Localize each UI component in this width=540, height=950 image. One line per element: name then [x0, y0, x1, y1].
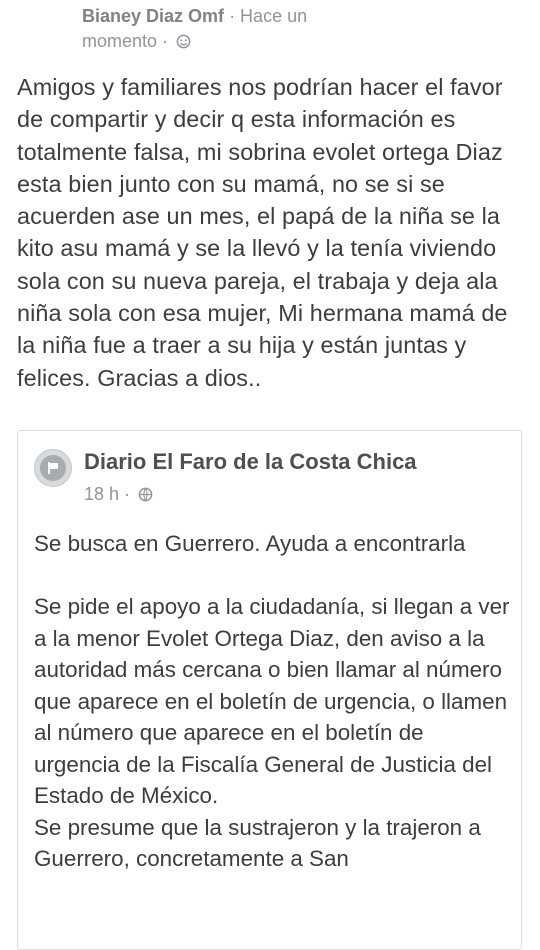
post-header: Bianey Diaz Omf · Hace un momento ·: [82, 4, 522, 54]
shared-paragraph-1: Se busca en Guerrero. Ayuda a encontrarl…: [34, 531, 466, 556]
post-text: Amigos y familiares nos podrían hacer el…: [17, 74, 508, 391]
page-avatar[interactable]: [34, 449, 72, 487]
timestamp-continued[interactable]: momento ·: [82, 31, 168, 51]
shared-text: Se busca en Guerrero. Ayuda a encontrarl…: [34, 528, 514, 875]
friends-icon: [176, 34, 191, 49]
shared-paragraph-2: Se pide el apoyo a la ciudadanía, si lle…: [34, 594, 510, 808]
shared-meta: 18 h ·: [84, 482, 153, 506]
default-page-avatar-icon: [40, 455, 66, 481]
flag-icon: [48, 462, 58, 474]
globe-icon: [138, 487, 153, 502]
shared-paragraph-3: Se presume que la sustrajeron y la traje…: [34, 814, 481, 872]
timestamp[interactable]: · Hace un: [229, 6, 307, 26]
shared-post-card[interactable]: Diario El Faro de la Costa Chica 18 h · …: [17, 430, 522, 950]
shared-timestamp[interactable]: 18 h ·: [84, 484, 130, 504]
page-name[interactable]: Diario El Faro de la Costa Chica: [84, 448, 417, 476]
author-name[interactable]: Bianey Diaz Omf: [82, 6, 224, 26]
